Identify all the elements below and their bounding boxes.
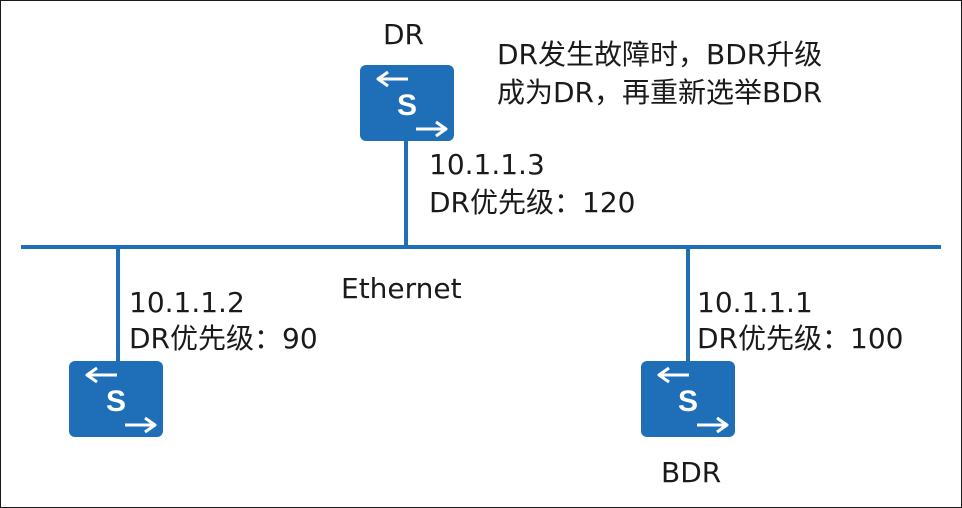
router-2-ip: 10.1.1.2 [129, 286, 245, 319]
note-line-1: DR发生故障时，BDR升级 [497, 38, 823, 71]
dr-ip: 10.1.1.3 [429, 148, 545, 181]
switch-icon: S [360, 65, 454, 141]
svg-text:S: S [397, 89, 417, 122]
note-line-2: 成为DR，再重新选举BDR [497, 76, 823, 109]
svg-text:S: S [678, 385, 698, 418]
router-2-priority: DR优先级：90 [129, 322, 318, 355]
dr-role-label: DR [383, 18, 425, 51]
svg-text:S: S [106, 385, 126, 418]
bdr-priority: DR优先级：100 [697, 322, 904, 355]
bdr-role-label: BDR [661, 456, 722, 489]
bdr-ip: 10.1.1.1 [697, 286, 813, 319]
switch-icon: S [641, 361, 735, 437]
dr-priority: DR优先级：120 [429, 186, 636, 219]
diagram-frame: S S S DR DR发生故障时，BDR升级 成为DR，再重新选举BDR 10.… [0, 0, 962, 508]
switch-icon: S [69, 361, 163, 437]
ethernet-label: Ethernet [341, 272, 462, 305]
